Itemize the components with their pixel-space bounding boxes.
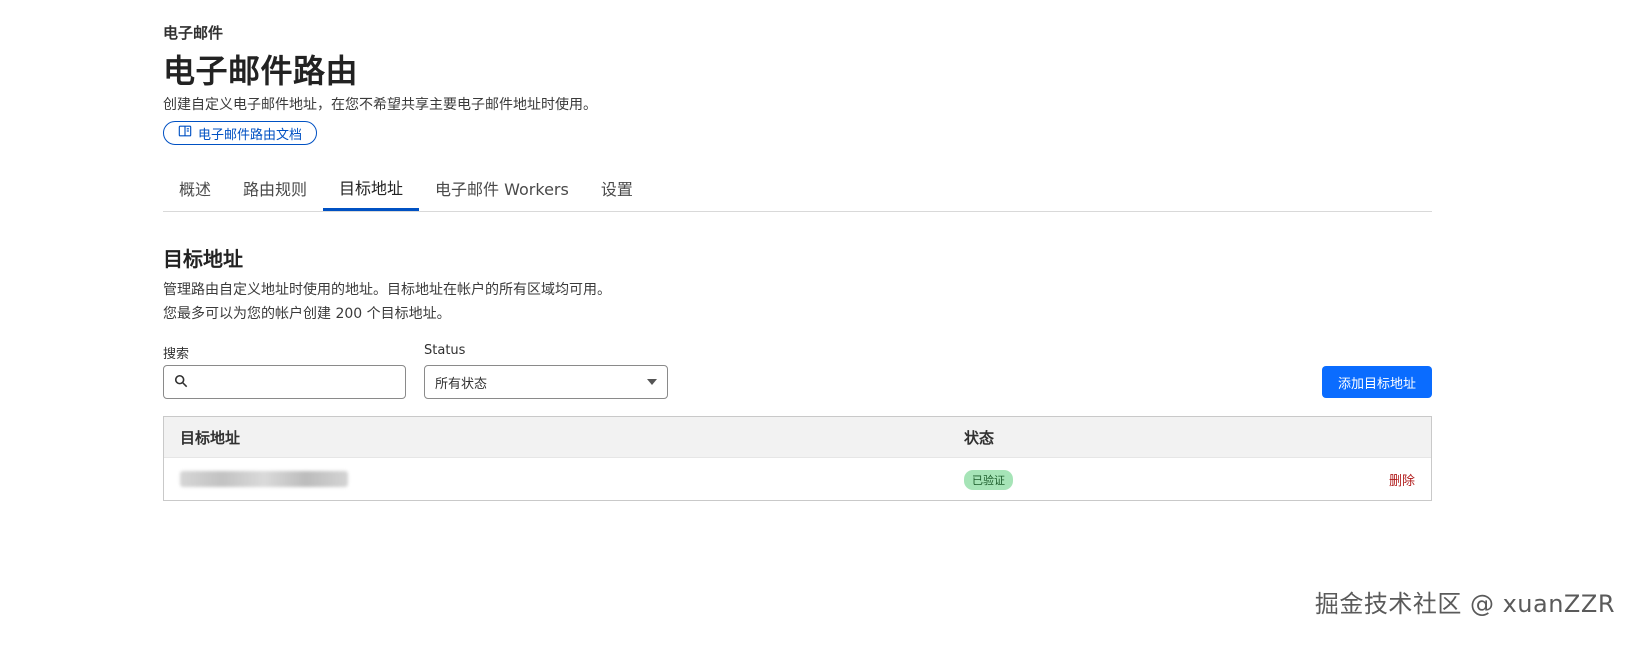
status-badge: 已验证 bbox=[964, 469, 1013, 490]
tab-routing-rules[interactable]: 路由规则 bbox=[227, 165, 323, 211]
docs-link-button[interactable]: 电子邮件路由文档 bbox=[163, 121, 318, 145]
delete-button[interactable]: 删除 bbox=[1389, 470, 1415, 489]
tab-overview[interactable]: 概述 bbox=[163, 165, 227, 211]
search-label: 搜索 bbox=[163, 347, 190, 362]
tab-destination-addresses[interactable]: 目标地址 bbox=[323, 165, 420, 211]
chevron-down-icon bbox=[647, 379, 657, 385]
watermark: 掘金技术社区 @ xuanZZR bbox=[1314, 590, 1615, 618]
page-description: 创建自定义电子邮件地址，在您不希望共享主要电子邮件地址时使用。 bbox=[163, 97, 597, 113]
section-title: 目标地址 bbox=[163, 247, 243, 271]
status-cell: 已验证 bbox=[964, 469, 1389, 490]
tab-email-workers[interactable]: 电子邮件 Workers bbox=[419, 165, 585, 211]
section-description-line1: 管理路由自定义地址时使用的地址。目标地址在帐户的所有区域均可用。 bbox=[163, 282, 611, 298]
table-row: 已验证 删除 bbox=[164, 457, 1431, 500]
status-select-value: 所有状态 bbox=[435, 376, 488, 392]
section-description-line2: 您最多可以为您的帐户创建 200 个目标地址。 bbox=[163, 306, 451, 322]
address-cell bbox=[164, 471, 964, 487]
search-field[interactable] bbox=[163, 365, 406, 399]
breadcrumb[interactable]: 电子邮件 bbox=[163, 22, 223, 43]
status-select[interactable]: 所有状态 bbox=[424, 365, 668, 399]
search-input[interactable] bbox=[194, 373, 405, 391]
page-title: 电子邮件路由 bbox=[163, 52, 359, 90]
search-icon bbox=[174, 373, 188, 392]
redacted-email bbox=[180, 471, 348, 487]
tab-settings[interactable]: 设置 bbox=[585, 165, 649, 211]
status-filter-label: Status bbox=[424, 343, 466, 358]
table-header: 目标地址 状态 bbox=[164, 417, 1431, 457]
destination-address-table: 目标地址 状态 已验证 删除 bbox=[163, 416, 1432, 501]
column-header-address: 目标地址 bbox=[180, 428, 241, 447]
add-destination-address-button[interactable]: 添加目标地址 bbox=[1321, 366, 1432, 398]
book-icon bbox=[178, 124, 192, 142]
tab-bar: 概述 路由规则 目标地址 电子邮件 Workers 设置 bbox=[163, 165, 1432, 212]
docs-link-label: 电子邮件路由文档 bbox=[198, 127, 303, 143]
column-header-status: 状态 bbox=[964, 428, 995, 447]
